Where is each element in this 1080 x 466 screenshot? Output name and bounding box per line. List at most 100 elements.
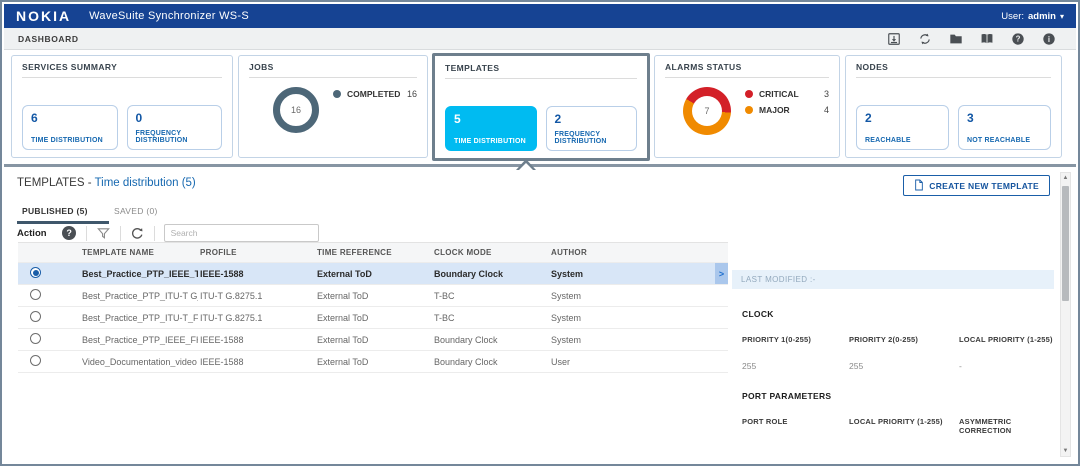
user-name: admin (1028, 10, 1056, 22)
cell-time-reference: External ToD (317, 312, 369, 323)
table-row[interactable]: Best_Practice_PTP_ITU-T_FH ITU-T G.8275.… (18, 307, 728, 329)
radio-button[interactable] (30, 355, 41, 366)
svg-text:?: ? (1016, 34, 1021, 43)
cell-template-name: Video_Documentation_video (82, 356, 197, 367)
scrollbar[interactable]: ▲ ▼ (1060, 172, 1071, 457)
book-icon[interactable] (980, 32, 994, 46)
action-menu[interactable]: Action (17, 228, 47, 239)
tile-value: 0 (135, 111, 143, 125)
header-template-name: TEMPLATE NAME (82, 248, 155, 257)
divider (22, 77, 222, 78)
divider (665, 77, 829, 78)
clock-field-values: 255 255 - (732, 361, 1054, 371)
field-label: LOCAL PRIORITY (1-255) (959, 335, 1053, 344)
summary-cards-row: SERVICES SUMMARY 6 TIME DISTRIBUTION 0 F… (4, 50, 1076, 167)
card-templates: TEMPLATES 5 TIME DISTRIBUTION 2 FREQUENC… (432, 53, 650, 161)
help-icon[interactable]: ? (62, 226, 77, 241)
tile-nodes-not-reachable[interactable]: 3 NOT REACHABLE (958, 105, 1051, 150)
table-toolbar: Action ? (17, 222, 319, 244)
cell-time-reference: External ToD (317, 356, 369, 367)
table-row[interactable]: Best_Practice_PTP_IEEE_Template IEEE-158… (18, 263, 728, 285)
cell-template-name: Best_Practice_PTP_IEEE_FH (82, 334, 198, 345)
filter-icon[interactable] (96, 226, 111, 241)
legend-row-major: MAJOR 4 (745, 105, 829, 115)
port-field-labels: PORT ROLE LOCAL PRIORITY (1-255) ASYMMET… (732, 417, 1054, 435)
search-input[interactable] (163, 224, 319, 242)
field-value: 255 (742, 361, 757, 371)
cell-author: System (551, 312, 582, 323)
tab-published[interactable]: PUBLISHED (5) (17, 203, 109, 224)
tile-label: TIME DISTRIBUTION (454, 138, 526, 145)
import-icon[interactable] (887, 32, 901, 46)
header-time-reference: TIME REFERENCE (317, 248, 392, 257)
field-value: - (959, 361, 962, 371)
clock-heading: CLOCK (742, 309, 774, 319)
scrollbar-down-arrow[interactable]: ▼ (1061, 446, 1070, 456)
tab-saved[interactable]: SAVED (0) (109, 203, 201, 224)
tile-nodes-reachable[interactable]: 2 REACHABLE (856, 105, 949, 150)
tile-templates-time-distribution[interactable]: 5 TIME DISTRIBUTION (445, 106, 537, 151)
header-author: AUTHOR (551, 248, 588, 257)
dashboard-bar: DASHBOARD ? i (4, 28, 1076, 50)
cell-template-name: Best_Practice_PTP_ITU-T_FH (82, 312, 198, 323)
table-row[interactable]: Video_Documentation_video IEEE-1588 Exte… (18, 351, 728, 373)
create-button-label: CREATE NEW TEMPLATE (929, 180, 1039, 191)
cell-clock-mode: T-BC (434, 312, 455, 323)
templates-table: TEMPLATE NAME PROFILE TIME REFERENCE CLO… (18, 242, 728, 373)
radio-button[interactable] (30, 289, 41, 300)
toolbar-divider (153, 225, 155, 241)
tile-label: REACHABLE (865, 137, 911, 144)
card-title: SERVICES SUMMARY (22, 62, 118, 72)
tile-templates-frequency-distribution[interactable]: 2 FREQUENCY DISTRIBUTION (545, 106, 637, 151)
app-title: WaveSuite Synchronizer WS-S (89, 10, 250, 22)
legend-label: MAJOR (759, 105, 790, 115)
divider (445, 78, 637, 79)
legend-row-critical: CRITICAL 3 (745, 89, 829, 99)
info-icon[interactable]: i (1042, 32, 1056, 46)
refresh-icon[interactable] (130, 226, 145, 241)
folder-icon[interactable] (949, 32, 963, 46)
tile-services-time-distribution[interactable]: 6 TIME DISTRIBUTION (22, 105, 118, 150)
tile-services-frequency-distribution[interactable]: 0 FREQUENCY DISTRIBUTION (126, 105, 222, 150)
templates-section: TEMPLATES - Time distribution (5) CREATE… (4, 159, 1076, 464)
table-row[interactable]: Best_Practice_PTP_ITU-T G_Templ ITU-T G.… (18, 285, 728, 307)
templates-filter-link[interactable]: Time distribution (5) (95, 177, 196, 189)
field-label: LOCAL PRIORITY (1-255) (849, 417, 943, 426)
jobs-chart: 16 COMPLETED 16 (249, 87, 417, 133)
scrollbar-thumb[interactable] (1062, 186, 1069, 301)
divider (249, 77, 417, 78)
completed-dot (333, 90, 341, 98)
alarms-legend: CRITICAL 3 MAJOR 4 (745, 89, 829, 135)
scrollbar-up-arrow[interactable]: ▲ (1061, 173, 1070, 183)
cell-clock-mode: T-BC (434, 290, 455, 301)
tile-label: TIME DISTRIBUTION (31, 137, 103, 144)
cell-time-reference: External ToD (317, 334, 369, 345)
cell-template-name: Best_Practice_PTP_IEEE_Template (82, 268, 198, 279)
cell-profile: IEEE-1588 (200, 268, 244, 279)
templates-tabs: PUBLISHED (5) SAVED (0) (17, 203, 201, 224)
help-icon[interactable]: ? (1011, 32, 1025, 46)
table-row[interactable]: Best_Practice_PTP_IEEE_FH IEEE-1588 Exte… (18, 329, 728, 351)
radio-button[interactable] (30, 311, 41, 322)
last-modified-label: LAST MODIFIED :- (732, 270, 1054, 289)
radio-button[interactable] (30, 267, 41, 278)
legend-row-completed: COMPLETED 16 (333, 89, 417, 99)
row-expand-arrow[interactable]: > (715, 263, 728, 284)
card-title: ALARMS STATUS (665, 62, 742, 72)
card-title: JOBS (249, 62, 274, 72)
section-title: TEMPLATES - Time distribution (5) (17, 177, 196, 189)
header-clock-mode: CLOCK MODE (434, 248, 492, 257)
user-menu[interactable]: User: admin ▾ (1001, 11, 1064, 22)
tile-label: FREQUENCY DISTRIBUTION (135, 130, 188, 144)
create-new-template-button[interactable]: CREATE NEW TEMPLATE (903, 175, 1050, 196)
tile-value: 2 (554, 112, 562, 126)
radio-button[interactable] (30, 333, 41, 344)
major-dot (745, 106, 753, 114)
field-label: PRIORITY 2(0-255) (849, 335, 919, 344)
cell-author: System (551, 334, 582, 345)
cell-profile: ITU-T G.8275.1 (200, 312, 263, 323)
card-nodes: NODES 2 REACHABLE 3 NOT REACHABLE (845, 55, 1062, 158)
jobs-donut: 16 (273, 87, 319, 133)
header-profile: PROFILE (200, 248, 237, 257)
sync-icon[interactable] (918, 32, 932, 46)
